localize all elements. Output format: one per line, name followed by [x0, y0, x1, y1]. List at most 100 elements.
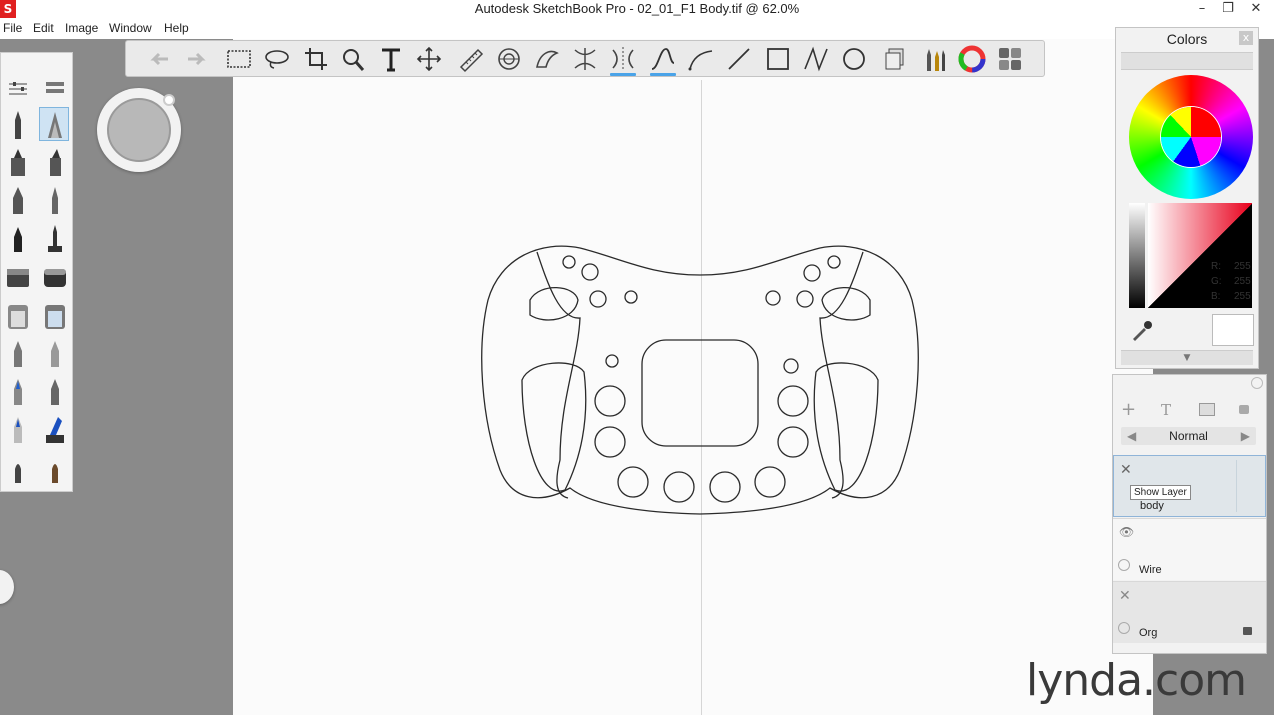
- g-label: G:: [1211, 276, 1222, 287]
- layer-name[interactable]: Wire: [1139, 564, 1162, 576]
- symmetry-icon[interactable]: [608, 45, 638, 76]
- title-bar: S Autodesk SketchBook Pro - 02_01_F1 Bod…: [0, 0, 1274, 20]
- lasso-icon[interactable]: [262, 45, 292, 73]
- crop-icon[interactable]: [301, 45, 331, 73]
- blend-mode-selector[interactable]: ◀ Normal ▶: [1121, 427, 1256, 445]
- lock-icon[interactable]: [1243, 627, 1252, 635]
- add-layer-icon[interactable]: +: [1121, 399, 1136, 420]
- marker-icon[interactable]: [3, 146, 33, 180]
- highlighter-icon[interactable]: [3, 413, 33, 447]
- color-wheel[interactable]: [1129, 75, 1253, 199]
- pen-icon[interactable]: [3, 184, 33, 218]
- maximize-button[interactable]: ❐: [1214, 0, 1242, 18]
- pencil-icon[interactable]: [3, 108, 33, 142]
- g-value[interactable]: 255: [1234, 276, 1251, 287]
- b-label: B:: [1211, 291, 1221, 302]
- rectangle-icon[interactable]: [763, 45, 793, 73]
- minimize-button[interactable]: –: [1188, 0, 1216, 18]
- inking-pen-icon[interactable]: [40, 222, 70, 256]
- layer-panel-close-icon[interactable]: [1251, 377, 1263, 389]
- ballpoint-icon[interactable]: [3, 222, 33, 256]
- symmetry-x-icon[interactable]: [570, 45, 600, 73]
- b-value[interactable]: 255: [1234, 291, 1251, 302]
- menu-image[interactable]: Image: [65, 21, 98, 35]
- menu-edit[interactable]: Edit: [33, 21, 54, 35]
- colors-panel-handle[interactable]: [1121, 52, 1253, 70]
- blend-next-icon[interactable]: ▶: [1241, 427, 1250, 445]
- palette-icon[interactable]: [995, 45, 1025, 73]
- eraser-icon[interactable]: [3, 261, 33, 295]
- redo-icon[interactable]: [182, 45, 212, 73]
- round-brush-icon[interactable]: [40, 451, 70, 485]
- current-color-swatch[interactable]: [1212, 314, 1254, 346]
- layer-options-strip[interactable]: [1236, 460, 1263, 512]
- colors-panel-title: Colors: [1166, 31, 1208, 47]
- menu-help[interactable]: Help: [164, 21, 189, 35]
- window-title: Autodesk SketchBook Pro - 02_01_F1 Body.…: [474, 1, 800, 16]
- fine-pen-icon[interactable]: [40, 184, 70, 218]
- brush-palette: [0, 52, 73, 492]
- brush-library-icon[interactable]: [40, 71, 70, 93]
- fill-icon[interactable]: [40, 299, 70, 333]
- layer-row-org[interactable]: ✕ Org: [1113, 581, 1266, 643]
- blend-prev-icon[interactable]: ◀: [1127, 427, 1136, 445]
- lock-layer-icon[interactable]: [1239, 405, 1249, 414]
- chisel-marker-icon[interactable]: [40, 146, 70, 180]
- airbrush-icon[interactable]: [39, 107, 69, 141]
- flat-brush-icon[interactable]: [3, 451, 33, 485]
- zoom-icon[interactable]: [338, 45, 368, 73]
- soft-eraser-icon[interactable]: [40, 261, 70, 295]
- show-layer-tooltip: Show Layer: [1130, 485, 1191, 500]
- eyedropper-icon[interactable]: [1129, 318, 1155, 342]
- grey-scale-bar[interactable]: [1129, 203, 1145, 308]
- brushes-icon[interactable]: [919, 45, 949, 73]
- layer-editor-panel: + T ◀ Normal ▶ ✕ Show Layer body 👁 Wire …: [1112, 374, 1267, 654]
- puck-handle-icon[interactable]: [163, 94, 175, 106]
- eye-icon[interactable]: 👁: [1119, 525, 1134, 539]
- color-wheel-icon[interactable]: [957, 45, 987, 73]
- layer-row-body[interactable]: ✕ Show Layer body: [1113, 455, 1266, 517]
- colors-close-button[interactable]: x: [1239, 31, 1253, 45]
- paint-bucket-icon[interactable]: [3, 299, 33, 333]
- color-wheel-center[interactable]: [1161, 107, 1221, 167]
- hidden-layer-icon[interactable]: ✕: [1119, 588, 1131, 604]
- blue-pen-icon[interactable]: [3, 375, 33, 409]
- drawing-canvas[interactable]: [233, 39, 1153, 715]
- layers-icon[interactable]: [881, 45, 911, 73]
- brush-size-indicator[interactable]: [107, 98, 171, 162]
- add-text-layer-icon[interactable]: T: [1161, 401, 1171, 419]
- curve-icon[interactable]: [686, 45, 716, 73]
- brush-puck[interactable]: [97, 88, 181, 172]
- layer-name[interactable]: body: [1140, 500, 1164, 512]
- undo-icon[interactable]: [144, 45, 174, 73]
- move-icon[interactable]: [414, 45, 444, 73]
- menu-window[interactable]: Window: [109, 21, 152, 35]
- close-button[interactable]: ✕: [1242, 0, 1270, 18]
- ruler-icon[interactable]: [456, 45, 486, 73]
- polyline-icon[interactable]: [801, 45, 831, 73]
- layer-radio[interactable]: [1118, 559, 1130, 571]
- smear-icon[interactable]: [3, 337, 33, 371]
- menu-file[interactable]: File: [3, 21, 22, 35]
- french-curve-icon[interactable]: [532, 45, 562, 73]
- color-marker-icon[interactable]: [40, 413, 70, 447]
- symmetry-guide-line: [701, 80, 702, 715]
- rect-select-icon[interactable]: [224, 45, 254, 73]
- layer-name[interactable]: Org: [1139, 627, 1157, 639]
- blur-icon[interactable]: [40, 337, 70, 371]
- stroke-icon[interactable]: [648, 45, 678, 76]
- calligraphy-icon[interactable]: [40, 375, 70, 409]
- ellipse-guide-icon[interactable]: [494, 45, 524, 73]
- text-icon[interactable]: [376, 45, 406, 73]
- hidden-layer-icon[interactable]: ✕: [1120, 462, 1132, 478]
- layer-radio[interactable]: [1118, 622, 1130, 634]
- add-image-layer-icon[interactable]: [1199, 403, 1215, 416]
- ellipse-icon[interactable]: [839, 45, 869, 73]
- menu-bar: File Edit Image Window Help: [0, 19, 1274, 39]
- layer-row-wire[interactable]: 👁 Wire: [1113, 518, 1266, 580]
- line-icon[interactable]: [724, 45, 754, 73]
- colors-expand-icon[interactable]: ▼: [1121, 350, 1253, 365]
- lagoon-toggle[interactable]: [0, 570, 14, 604]
- brush-properties-icon[interactable]: [3, 71, 33, 95]
- r-value[interactable]: 255: [1234, 261, 1251, 272]
